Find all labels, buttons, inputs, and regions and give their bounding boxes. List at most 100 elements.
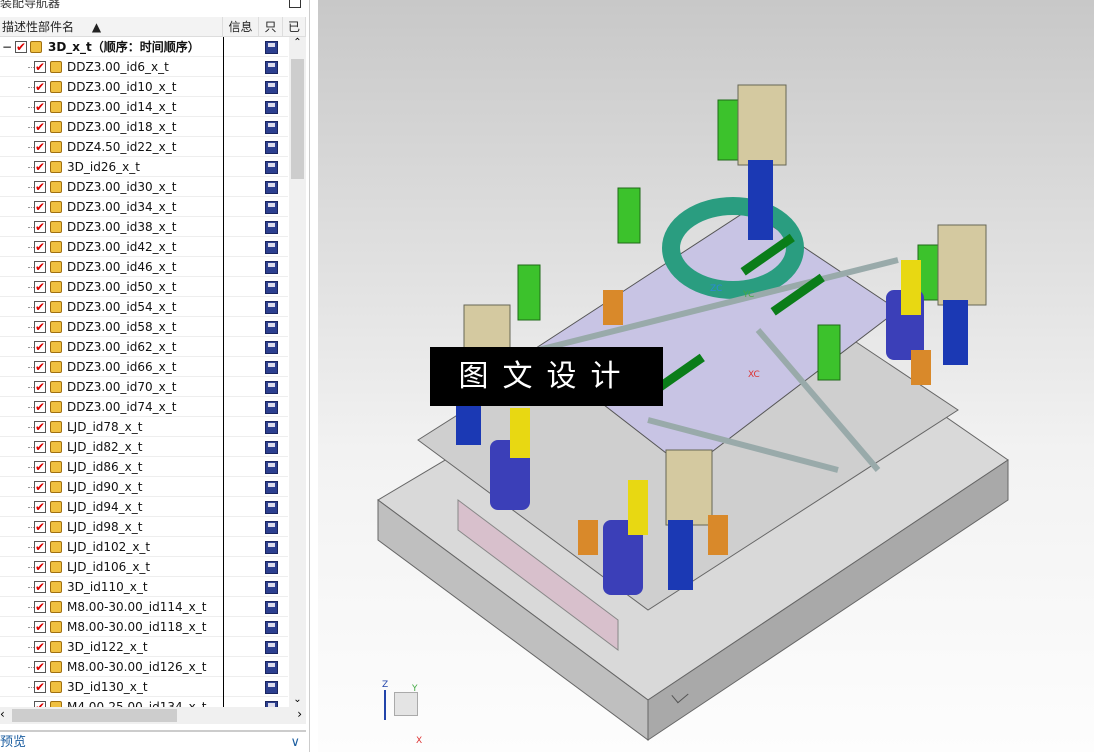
save-icon	[265, 481, 278, 494]
hscroll-thumb[interactable]	[12, 709, 177, 722]
tree-node[interactable]: ✔ LJD_id82_x_t	[0, 437, 288, 457]
component-icon	[50, 261, 62, 273]
tree-node[interactable]: ✔ DDZ3.00_id66_x_t	[0, 357, 288, 377]
tree-root[interactable]: − ✔ 3D_x_t（顺序：时间顺序）	[0, 37, 288, 57]
collapse-icon[interactable]: −	[2, 37, 12, 57]
visibility-checkbox[interactable]: ✔	[34, 161, 46, 173]
tree-node[interactable]: ✔ 3D_id26_x_t	[0, 157, 288, 177]
scroll-left-icon[interactable]: ‹	[0, 707, 5, 721]
tree-node[interactable]: ✔ LJD_id86_x_t	[0, 457, 288, 477]
visibility-checkbox[interactable]: ✔	[34, 221, 46, 233]
visibility-checkbox[interactable]: ✔	[34, 381, 46, 393]
visibility-checkbox[interactable]: ✔	[15, 41, 27, 53]
visibility-checkbox[interactable]: ✔	[34, 141, 46, 153]
scroll-up-icon[interactable]: ⌃	[289, 37, 306, 48]
tree-node[interactable]: ✔ DDZ4.50_id22_x_t	[0, 137, 288, 157]
visibility-checkbox[interactable]: ✔	[34, 261, 46, 273]
scroll-down-icon[interactable]: ⌄	[289, 694, 306, 705]
visibility-checkbox[interactable]: ✔	[34, 421, 46, 433]
tree-node[interactable]: ✔ 3D_id130_x_t	[0, 677, 288, 697]
pin-checkbox[interactable]	[289, 0, 301, 8]
component-icon	[50, 361, 62, 373]
assembly-icon	[30, 41, 42, 53]
tree-node[interactable]: ✔ DDZ3.00_id50_x_t	[0, 277, 288, 297]
visibility-checkbox[interactable]: ✔	[34, 521, 46, 533]
component-icon	[50, 421, 62, 433]
column-name[interactable]: 描述性部件名 ▲	[0, 17, 223, 37]
visibility-checkbox[interactable]: ✔	[34, 481, 46, 493]
visibility-checkbox[interactable]: ✔	[34, 361, 46, 373]
tree-node[interactable]: ✔ DDZ3.00_id38_x_t	[0, 217, 288, 237]
component-icon	[50, 81, 62, 93]
visibility-checkbox[interactable]: ✔	[34, 541, 46, 553]
node-label: DDZ3.00_id74_x_t	[67, 400, 177, 414]
tree-node[interactable]: ✔ M4.00-25.00_id134_x_t	[0, 697, 288, 707]
tree-node[interactable]: ✔ DDZ3.00_id58_x_t	[0, 317, 288, 337]
visibility-checkbox[interactable]: ✔	[34, 301, 46, 313]
tree-node[interactable]: ✔ DDZ3.00_id34_x_t	[0, 197, 288, 217]
visibility-checkbox[interactable]: ✔	[34, 501, 46, 513]
tree-node[interactable]: ✔ LJD_id106_x_t	[0, 557, 288, 577]
tree-node[interactable]: ✔ DDZ3.00_id42_x_t	[0, 237, 288, 257]
column-readonly[interactable]: 只	[259, 17, 283, 37]
node-label: DDZ3.00_id50_x_t	[67, 280, 177, 294]
vertical-scrollbar[interactable]: ⌃ ⌄	[289, 37, 306, 707]
column-header: 描述性部件名 ▲ 信息 只 已	[0, 17, 306, 37]
tree-node[interactable]: ✔ M8.00-30.00_id118_x_t	[0, 617, 288, 637]
visibility-checkbox[interactable]: ✔	[34, 681, 46, 693]
visibility-checkbox[interactable]: ✔	[34, 441, 46, 453]
save-icon	[265, 501, 278, 514]
save-icon	[265, 361, 278, 374]
visibility-checkbox[interactable]: ✔	[34, 121, 46, 133]
tree-node[interactable]: ✔ DDZ3.00_id30_x_t	[0, 177, 288, 197]
tree-node[interactable]: ✔ DDZ3.00_id6_x_t	[0, 57, 288, 77]
visibility-checkbox[interactable]: ✔	[34, 341, 46, 353]
tree-node[interactable]: ✔ LJD_id98_x_t	[0, 517, 288, 537]
tree-node[interactable]: ✔ M8.00-30.00_id114_x_t	[0, 597, 288, 617]
save-icon	[265, 561, 278, 574]
tree-node[interactable]: ✔ DDZ3.00_id14_x_t	[0, 97, 288, 117]
tree-node[interactable]: ✔ LJD_id78_x_t	[0, 417, 288, 437]
tree-node[interactable]: ✔ M8.00-30.00_id126_x_t	[0, 657, 288, 677]
visibility-checkbox[interactable]: ✔	[34, 61, 46, 73]
visibility-checkbox[interactable]: ✔	[34, 641, 46, 653]
node-label: DDZ3.00_id54_x_t	[67, 300, 177, 314]
tree-node[interactable]: ✔ DDZ3.00_id54_x_t	[0, 297, 288, 317]
tree-node[interactable]: ✔ DDZ3.00_id18_x_t	[0, 117, 288, 137]
visibility-checkbox[interactable]: ✔	[34, 661, 46, 673]
preview-section[interactable]: 预览 ∨	[0, 730, 306, 752]
visibility-checkbox[interactable]: ✔	[34, 601, 46, 613]
visibility-checkbox[interactable]: ✔	[34, 561, 46, 573]
node-label: M8.00-30.00_id126_x_t	[67, 660, 207, 674]
visibility-checkbox[interactable]: ✔	[34, 461, 46, 473]
visibility-checkbox[interactable]: ✔	[34, 181, 46, 193]
tree-node[interactable]: ✔ DDZ3.00_id62_x_t	[0, 337, 288, 357]
tree-node[interactable]: ✔ LJD_id90_x_t	[0, 477, 288, 497]
tree-node[interactable]: ✔ 3D_id110_x_t	[0, 577, 288, 597]
chevron-down-icon[interactable]: ∨	[290, 732, 300, 754]
save-icon	[265, 401, 278, 414]
tree-node[interactable]: ✔ DDZ3.00_id10_x_t	[0, 77, 288, 97]
visibility-checkbox[interactable]: ✔	[34, 581, 46, 593]
tree-node[interactable]: ✔ DDZ3.00_id74_x_t	[0, 397, 288, 417]
tree-node[interactable]: ✔ LJD_id94_x_t	[0, 497, 288, 517]
visibility-checkbox[interactable]: ✔	[34, 281, 46, 293]
visibility-checkbox[interactable]: ✔	[34, 81, 46, 93]
save-icon	[265, 141, 278, 154]
node-label: LJD_id78_x_t	[67, 420, 143, 434]
tree-node[interactable]: ✔ DDZ3.00_id46_x_t	[0, 257, 288, 277]
tree-node[interactable]: ✔ LJD_id102_x_t	[0, 537, 288, 557]
visibility-checkbox[interactable]: ✔	[34, 401, 46, 413]
column-info[interactable]: 信息	[223, 17, 259, 37]
visibility-checkbox[interactable]: ✔	[34, 321, 46, 333]
tree-node[interactable]: ✔ DDZ3.00_id70_x_t	[0, 377, 288, 397]
visibility-checkbox[interactable]: ✔	[34, 101, 46, 113]
visibility-checkbox[interactable]: ✔	[34, 241, 46, 253]
column-modified[interactable]: 已	[283, 17, 306, 37]
scroll-thumb[interactable]	[291, 59, 304, 179]
scroll-right-icon[interactable]: ›	[297, 707, 302, 721]
tree-node[interactable]: ✔ 3D_id122_x_t	[0, 637, 288, 657]
horizontal-scrollbar[interactable]: ‹ ›	[0, 707, 306, 724]
visibility-checkbox[interactable]: ✔	[34, 621, 46, 633]
visibility-checkbox[interactable]: ✔	[34, 201, 46, 213]
